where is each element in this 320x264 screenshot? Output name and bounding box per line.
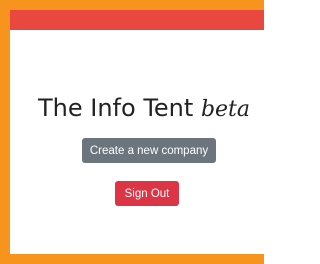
top-bar: [10, 10, 264, 30]
create-company-label: Create a new company: [89, 144, 209, 157]
beta-label: beta: [200, 97, 250, 122]
app-title: The Info Tent: [38, 94, 194, 122]
create-company-button[interactable]: Create a new company: [82, 138, 216, 163]
sign-out-label: Sign Out: [124, 187, 170, 200]
page-title: The Info Tent beta: [38, 94, 250, 124]
sign-out-button[interactable]: Sign Out: [115, 181, 179, 206]
main-content: The Info Tent beta Create a new company …: [10, 30, 264, 254]
